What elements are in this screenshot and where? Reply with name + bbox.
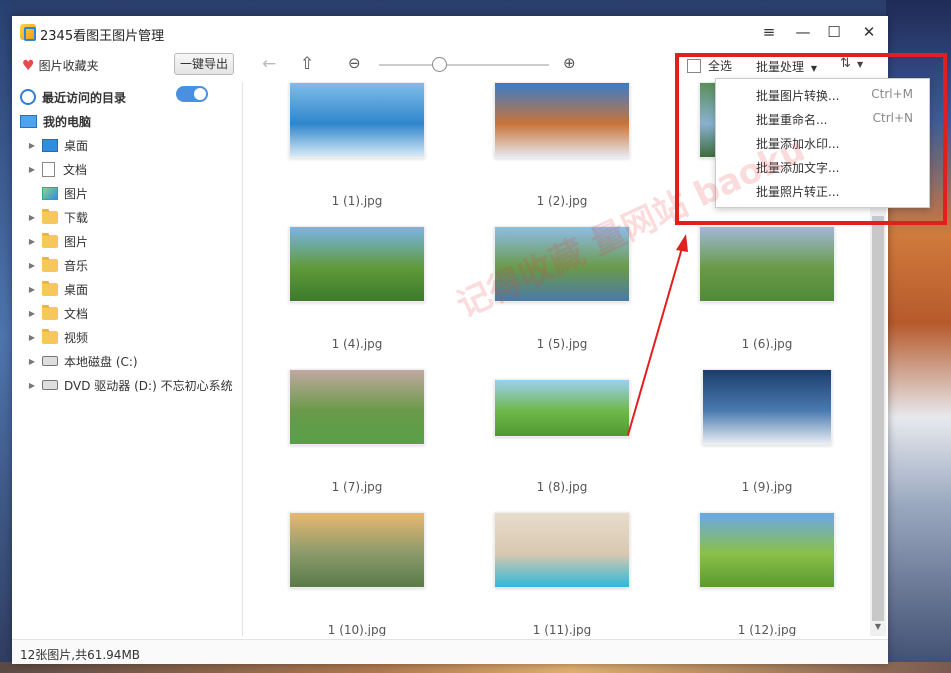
status-bar: 12张图片,共61.94MB	[12, 639, 888, 664]
desktop-icon	[42, 138, 58, 152]
zoom-slider-track[interactable]	[379, 64, 549, 66]
scroll-down-icon[interactable]: ▼	[870, 622, 886, 631]
disk-icon	[42, 356, 58, 366]
sidebar-item-label: 图片	[64, 234, 89, 249]
sidebar-item-label: 文档	[64, 306, 89, 321]
sidebar-computer-label: 我的电脑	[43, 114, 92, 129]
red-annotation-arrow	[627, 234, 688, 436]
image-filename[interactable]: 1 (10).jpg	[267, 623, 447, 636]
sidebar-computer[interactable]: 我的电脑	[12, 109, 243, 133]
sidebar-item-label: 文档	[63, 162, 88, 177]
image-filename[interactable]: 1 (6).jpg	[677, 337, 857, 351]
red-highlight-box	[675, 53, 947, 225]
zoom-in-icon[interactable]: ⊕	[563, 54, 576, 72]
sidebar-item[interactable]: ▶ 视频	[12, 325, 243, 349]
sidebar-item[interactable]: 图片	[12, 181, 243, 205]
image-filename[interactable]: 1 (4).jpg	[267, 337, 447, 351]
image-thumbnail[interactable]	[699, 226, 835, 302]
minimize-button[interactable]: —	[792, 22, 814, 42]
image-thumbnail[interactable]	[494, 379, 630, 437]
expand-arrow-icon[interactable]: ▶	[26, 141, 38, 150]
image-thumbnail[interactable]	[494, 512, 630, 588]
expand-arrow-icon[interactable]: ▶	[26, 381, 38, 390]
zoom-out-icon[interactable]: ⊖	[348, 54, 361, 72]
status-summary: 12张图片,共61.94MB	[20, 648, 141, 662]
menu-button[interactable]: ≡	[758, 22, 780, 42]
sidebar-item[interactable]: ▶ 文档	[12, 301, 243, 325]
image-thumbnail[interactable]	[702, 369, 832, 445]
image-thumbnail[interactable]	[289, 512, 425, 588]
scrollbar-thumb[interactable]	[872, 216, 884, 621]
folder-icon	[42, 328, 58, 344]
heart-icon: ♥	[22, 58, 35, 74]
expand-arrow-icon[interactable]: ▶	[26, 237, 38, 246]
expand-arrow-icon[interactable]: ▶	[26, 357, 38, 366]
expand-arrow-icon[interactable]: ▶	[26, 261, 38, 270]
expand-arrow-icon[interactable]: ▶	[26, 309, 38, 318]
sidebar-item[interactable]: ▶ 本地磁盘 (C:)	[12, 349, 243, 373]
dvd-icon	[42, 380, 58, 390]
sidebar-item[interactable]: ▶ 音乐	[12, 253, 243, 277]
recent-toggle[interactable]	[176, 86, 208, 102]
sidebar-item-label: 桌面	[64, 138, 89, 153]
maximize-button[interactable]: ☐	[823, 22, 845, 42]
sidebar-item[interactable]: ▶ DVD 驱动器 (D:) 不忘初心系统	[12, 373, 243, 397]
image-filename[interactable]: 1 (8).jpg	[472, 480, 652, 494]
image-filename[interactable]: 1 (11).jpg	[472, 623, 652, 636]
expand-arrow-icon[interactable]: ▶	[26, 333, 38, 342]
close-button[interactable]: ✕	[858, 22, 880, 42]
title-bar: 2345看图王图片管理 ≡ — ☐ ✕	[12, 16, 888, 48]
image-thumbnail[interactable]	[699, 512, 835, 588]
sidebar-item-label: DVD 驱动器 (D:) 不忘初心系统	[64, 378, 233, 393]
sidebar-recent[interactable]: 最近访问的目录	[12, 85, 243, 109]
up-folder-icon[interactable]: ⇧	[300, 54, 314, 74]
image-thumbnail[interactable]	[289, 226, 425, 302]
sidebar-item[interactable]: ▶ 桌面	[12, 133, 243, 157]
clock-icon	[20, 89, 36, 105]
sidebar-item-label: 视频	[64, 330, 89, 345]
image-filename[interactable]: 1 (7).jpg	[267, 480, 447, 494]
desktop-wallpaper-left	[0, 0, 12, 673]
zoom-slider-thumb[interactable]	[431, 57, 447, 72]
sidebar-item[interactable]: ▶ 文档	[12, 157, 243, 181]
image-filename[interactable]: 1 (12).jpg	[677, 623, 857, 636]
sidebar-item-label: 本地磁盘 (C:)	[64, 354, 138, 369]
sidebar-item-label: 图片	[64, 186, 89, 201]
sidebar-item-label: 下载	[64, 210, 89, 225]
favorites-label: 图片收藏夹	[38, 59, 99, 73]
folder-icon	[42, 208, 58, 224]
export-button[interactable]: 一键导出	[174, 53, 234, 75]
sidebar-item[interactable]: ▶ 图片	[12, 229, 243, 253]
sidebar-item[interactable]: ▶ 下载	[12, 205, 243, 229]
expand-arrow-icon[interactable]: ▶	[26, 285, 38, 294]
image-filename[interactable]: 1 (9).jpg	[677, 480, 857, 494]
folder-icon	[42, 232, 58, 248]
app-logo-icon	[20, 24, 36, 41]
window-title: 2345看图王图片管理	[40, 29, 165, 44]
back-arrow-icon[interactable]: ←	[262, 54, 276, 74]
picture-icon	[42, 186, 58, 200]
image-filename[interactable]: 1 (1).jpg	[267, 194, 447, 208]
folder-icon	[42, 304, 58, 320]
computer-icon	[20, 114, 37, 128]
sidebar: 最近访问的目录 我的电脑 ▶ 桌面 ▶ 文档 图片 ▶ 下载 ▶ 图片 ▶ 音乐 ▶ 桌面 ▶ 文档 ▶ 视频 ▶…	[12, 82, 243, 636]
sidebar-item-label: 桌面	[64, 282, 89, 297]
sidebar-item-label: 音乐	[64, 258, 89, 273]
favorites-link[interactable]: ♥ 图片收藏夹	[22, 57, 99, 74]
folder-icon	[42, 256, 58, 272]
sidebar-recent-label: 最近访问的目录	[42, 90, 127, 105]
sidebar-item[interactable]: ▶ 桌面	[12, 277, 243, 301]
folder-icon	[42, 280, 58, 296]
image-thumbnail[interactable]	[289, 369, 425, 445]
image-thumbnail[interactable]	[494, 82, 630, 158]
expand-arrow-icon[interactable]: ▶	[26, 165, 38, 174]
document-icon	[42, 161, 55, 177]
expand-arrow-icon[interactable]: ▶	[26, 213, 38, 222]
image-thumbnail[interactable]	[289, 82, 425, 158]
